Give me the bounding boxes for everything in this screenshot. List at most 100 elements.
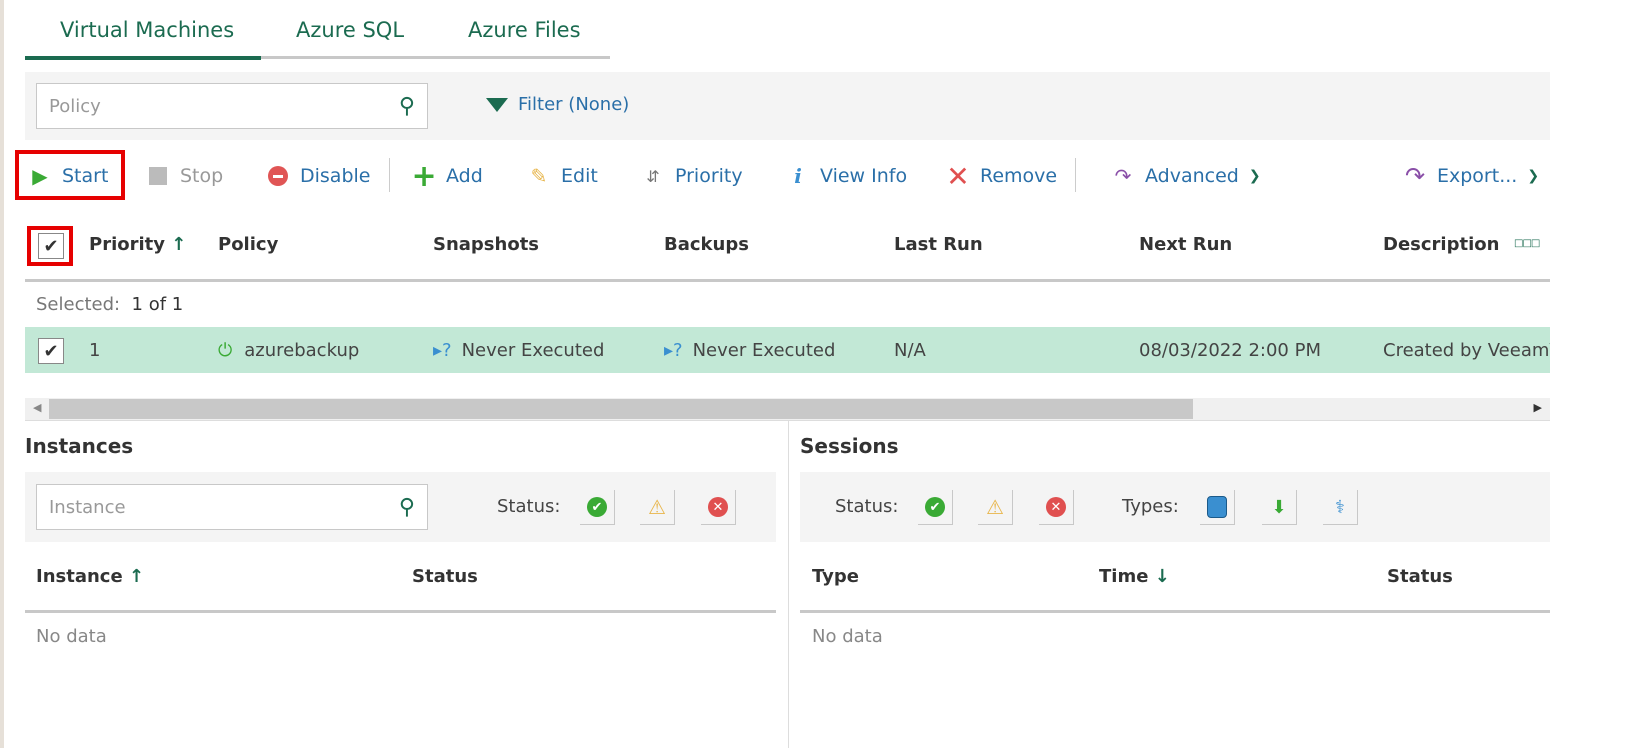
sort-asc-icon: ↑	[128, 566, 145, 587]
session-filter-success-button[interactable]: ✔	[918, 490, 953, 525]
unknown-status-icon: ▸?	[664, 340, 683, 361]
column-type[interactable]: Type	[812, 566, 859, 587]
type-health-check-button[interactable]: ⚕	[1323, 490, 1358, 525]
instances-title: Instances	[25, 434, 134, 458]
remove-label: Remove	[980, 165, 1058, 187]
vertical-divider	[788, 421, 789, 748]
tab-azure-files[interactable]: Azure Files	[468, 18, 581, 58]
export-arrow-icon: ↷	[1404, 162, 1426, 190]
sessions-title: Sessions	[800, 434, 899, 458]
scrollbar-thumb[interactable]	[49, 399, 1193, 419]
instances-status-label: Status:	[497, 496, 561, 517]
filter-success-button[interactable]: ✔	[580, 490, 615, 525]
instance-search-input[interactable]: Instance ⚲	[36, 484, 428, 530]
add-label: Add	[446, 165, 483, 187]
window-edge	[0, 0, 4, 748]
warning-icon: ⚠	[986, 495, 1004, 519]
column-priority[interactable]: Priority ↑	[89, 234, 186, 255]
tab-azure-sql[interactable]: Azure SQL	[296, 18, 404, 58]
column-description[interactable]: Description	[1383, 234, 1499, 255]
disable-icon	[266, 164, 290, 188]
remove-x-icon: ✕	[946, 159, 970, 193]
row-snapshots: ▸? Never Executed	[433, 340, 605, 361]
column-instance-status[interactable]: Status	[412, 566, 478, 587]
priority-button[interactable]: ⇵ Priority	[641, 160, 743, 192]
column-session-status[interactable]: Status	[1387, 566, 1453, 587]
remove-button[interactable]: ✕ Remove	[946, 159, 1058, 193]
tab-virtual-machines[interactable]: Virtual Machines	[60, 18, 234, 58]
add-button[interactable]: + Add	[411, 159, 483, 194]
column-last-run[interactable]: Last Run	[894, 234, 983, 255]
sessions-types-label: Types:	[1122, 496, 1179, 517]
warning-icon: ⚠	[648, 495, 666, 519]
edit-button[interactable]: ✎ Edit	[527, 160, 598, 192]
pencil-icon: ✎	[530, 164, 548, 188]
toolbar-divider	[1075, 158, 1076, 192]
export-button[interactable]: ↷ Export... ❯	[1403, 160, 1539, 192]
filter-icon	[486, 97, 508, 112]
view-info-button[interactable]: i View Info	[786, 160, 907, 192]
session-filter-error-button[interactable]: ✕	[1039, 490, 1074, 525]
export-label: Export...	[1437, 165, 1518, 187]
disable-button[interactable]: Disable	[266, 160, 370, 192]
row-priority: 1	[89, 340, 101, 361]
toolbar-divider	[389, 158, 390, 192]
column-chooser-icon[interactable]: □□□	[1514, 238, 1540, 249]
download-icon: ⬇	[1271, 496, 1287, 518]
type-snapshot-button[interactable]	[1200, 490, 1235, 525]
sort-asc-icon: ↑	[171, 234, 187, 255]
row-backups: ▸? Never Executed	[664, 340, 836, 361]
filter-button[interactable]: Filter (None)	[486, 94, 629, 115]
advanced-button[interactable]: ↷ Advanced ❯	[1111, 160, 1261, 192]
sort-desc-icon: ↓	[1154, 566, 1170, 587]
search-icon[interactable]: ⚲	[399, 94, 415, 119]
disable-label: Disable	[300, 165, 371, 187]
chevron-down-icon: ❯	[1527, 168, 1540, 184]
policy-search-placeholder: Policy	[49, 95, 101, 117]
success-icon: ✔	[587, 497, 607, 517]
success-icon: ✔	[925, 497, 945, 517]
row-description: Created by VeeamV	[1383, 340, 1550, 361]
selected-count: Selected: 1 of 1	[36, 294, 184, 315]
select-all-checkbox[interactable]: ✔	[38, 233, 64, 259]
database-icon	[1207, 496, 1227, 518]
sessions-empty: No data	[812, 626, 883, 647]
info-icon: i	[794, 164, 802, 188]
column-next-run[interactable]: Next Run	[1139, 234, 1232, 255]
column-policy[interactable]: Policy	[218, 234, 278, 255]
stop-label: Stop	[180, 165, 224, 187]
advanced-label: Advanced	[1145, 165, 1239, 187]
column-time[interactable]: Time ↓	[1099, 566, 1170, 587]
type-backup-button[interactable]: ⬇	[1262, 490, 1297, 525]
play-icon: ▶	[32, 164, 48, 188]
sessions-status-label: Status:	[835, 496, 899, 517]
unknown-status-icon: ▸?	[433, 340, 452, 361]
stop-button[interactable]: Stop	[146, 160, 223, 192]
start-button[interactable]: ▶ Start	[28, 160, 108, 192]
power-icon: ⏻	[218, 340, 233, 361]
column-backups[interactable]: Backups	[664, 234, 749, 255]
edit-label: Edit	[561, 165, 598, 187]
filter-error-button[interactable]: ✕	[701, 490, 736, 525]
column-snapshots[interactable]: Snapshots	[433, 234, 539, 255]
instances-empty: No data	[36, 626, 107, 647]
row-last-run: N/A	[894, 340, 926, 361]
header-divider	[800, 610, 1550, 613]
row-checkbox[interactable]: ✔	[38, 338, 64, 364]
policy-search-input[interactable]: Policy ⚲	[36, 83, 428, 129]
filter-label: Filter (None)	[518, 94, 630, 115]
row-next-run: 08/03/2022 2:00 PM	[1139, 340, 1321, 361]
header-divider	[25, 279, 1550, 282]
filter-warning-button[interactable]: ⚠	[640, 490, 675, 525]
chevron-down-icon: ❯	[1248, 168, 1261, 184]
scroll-left-icon: ◀	[33, 401, 42, 414]
error-icon: ✕	[1046, 497, 1066, 517]
start-label: Start	[62, 165, 109, 187]
row-policy[interactable]: ⏻ azurebackup	[218, 340, 359, 361]
search-icon[interactable]: ⚲	[399, 495, 415, 520]
session-filter-warning-button[interactable]: ⚠	[978, 490, 1013, 525]
priority-label: Priority	[675, 165, 743, 187]
column-instance[interactable]: Instance ↑	[36, 566, 144, 587]
view-info-label: View Info	[820, 165, 908, 187]
horizontal-scrollbar[interactable]: ◀ ▶	[25, 398, 1550, 420]
